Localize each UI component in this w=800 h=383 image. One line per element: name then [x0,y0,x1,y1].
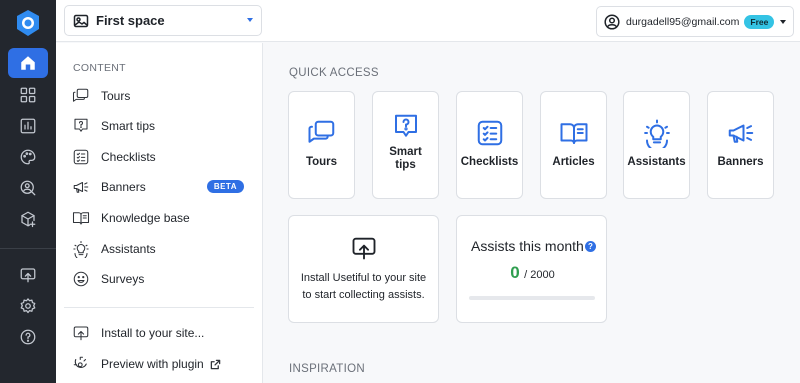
top-bar: First space durgadell95@gmail.com Free [56,0,800,42]
quick-access-assistants[interactable]: Assistants [623,91,690,199]
rail-themes-button[interactable] [8,142,48,172]
rail-settings-button[interactable] [8,291,48,321]
smart-tips-icon [74,118,88,132]
install-card[interactable]: Install Usetiful to your site to start c… [288,215,439,323]
inspiration-title: INSPIRATION [289,363,365,375]
install-icon [20,268,36,283]
sidebar-item-assistants[interactable]: Assistants [72,237,250,261]
icon-rail [0,0,56,383]
user-menu[interactable]: durgadell95@gmail.com Free [596,6,794,37]
rail-divider [0,248,56,249]
quick-access-tours[interactable]: Tours [288,91,355,199]
app-root: First space durgadell95@gmail.com Free C… [0,0,800,383]
quick-access-checklists[interactable]: Checklists [456,91,523,199]
preview-icon [73,356,87,368]
quick-access-title: QUICK ACCESS [289,67,379,79]
rail-integrations-button[interactable] [8,204,48,234]
checklists-icon [73,149,89,165]
assistants-icon [73,240,89,258]
sidebar-item-banners[interactable]: Banners BETA [72,175,250,199]
sidebar-item-checklists[interactable]: Checklists [72,145,250,169]
palette-icon [20,149,36,165]
sidebar-item-label: Assistants [101,242,156,256]
install-icon [352,237,375,260]
install-to-site-link[interactable]: Install to your site... [72,321,250,345]
rail-install-button[interactable] [8,260,48,290]
rail-home-button[interactable] [8,48,48,78]
articles-icon [560,123,587,144]
user-email: durgadell95@gmail.com [626,15,740,28]
assists-used: 0 [510,263,520,282]
rail-segments-button[interactable] [8,173,48,203]
chevron-down-icon [247,18,253,22]
quick-access-smart-tips[interactable]: Smart tips [372,91,439,199]
quick-access-articles[interactable]: Articles [540,91,607,199]
main-content: QUICK ACCESS Tours Smart tips Checklists… [264,43,800,383]
home-icon [21,56,35,70]
assists-total: / 2000 [524,269,555,281]
assists-title: Assists this month [471,238,584,254]
sidebar-item-label: Checklists [101,150,156,164]
rail-analytics-button[interactable] [8,111,48,141]
assists-count: 0 / 2000 [457,263,606,283]
help-icon[interactable]: ? [585,241,596,252]
user-search-icon [20,180,36,196]
quick-access-banners[interactable]: Banners [707,91,774,199]
preview-with-plugin-link[interactable]: Preview with plugin [72,352,250,376]
cube-plus-icon [21,211,36,228]
sidebar-item-knowledge-base[interactable]: Knowledge base [72,206,250,230]
user-avatar-icon [604,13,620,30]
sidebar-item-smart-tips[interactable]: Smart tips [72,114,250,138]
sidebar-item-label: Knowledge base [101,211,190,225]
sidebar-heading: CONTENT [73,62,126,74]
assistants-icon [643,119,670,148]
install-card-text: Install Usetiful to your site to start c… [300,272,427,301]
quick-access-label: Checklists [460,156,519,168]
checklists-icon [477,120,502,146]
grid-icon [20,87,36,103]
settings-icon [20,298,36,314]
quick-access-label: Smart tips [389,146,422,171]
chevron-down-icon [780,20,786,24]
sidebar-item-surveys[interactable]: Surveys [72,267,250,291]
preview-link-label: Preview with plugin [101,357,204,371]
banners-icon [73,181,89,193]
banners-icon [728,124,753,143]
smart-tips-icon [394,114,417,137]
sidebar-item-label: Surveys [101,272,145,286]
install-link-label: Install to your site... [101,326,205,340]
assists-card: Assists this month ? 0 / 2000 [456,215,607,323]
install-icon [73,326,89,341]
space-selector[interactable]: First space [64,5,262,36]
usetiful-logo[interactable] [14,8,42,38]
quick-access-label: Banners [717,156,764,168]
tours-icon [308,120,334,143]
quick-access-label: Tours [305,156,338,168]
surveys-icon [73,271,89,287]
sidebar-item-tours[interactable]: Tours [72,84,250,108]
analytics-icon [20,118,36,134]
space-image-icon [73,14,89,27]
quick-access-label: Articles [552,156,595,168]
beta-badge: BETA [206,180,244,193]
sidebar-item-label: Tours [101,89,131,103]
content-sidebar: CONTENT Tours Smart tips Checklists Bann… [56,43,263,383]
help-icon [20,329,36,345]
external-link-icon [210,359,220,369]
assists-progress-bar [469,296,595,300]
quick-access-label: Assistants [627,156,686,168]
rail-dashboard-button[interactable] [8,80,48,110]
sidebar-item-label: Smart tips [101,119,156,133]
rail-help-button[interactable] [8,322,48,352]
sidebar-item-label: Banners [101,180,146,194]
space-name: First space [96,13,165,28]
plan-badge: Free [744,14,775,29]
tours-icon [72,88,89,102]
knowledge-base-icon [72,212,90,225]
sidebar-divider [64,307,254,308]
